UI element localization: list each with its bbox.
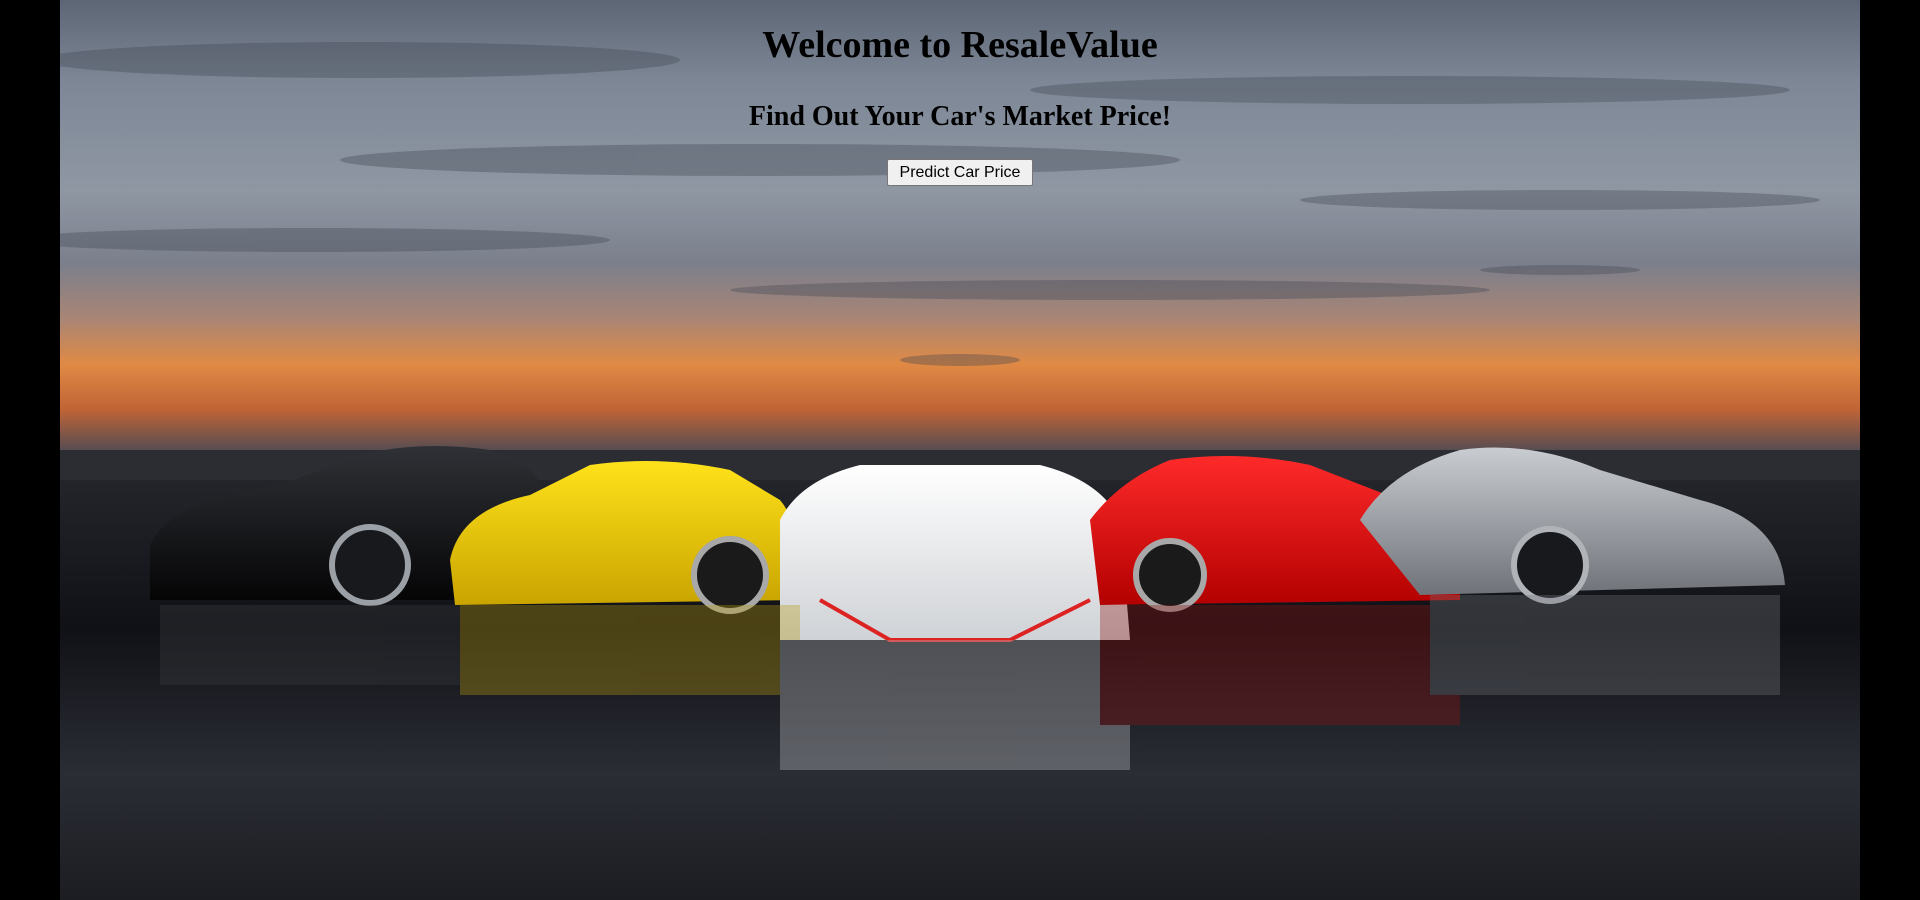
page-subtitle: Find Out Your Car's Market Price! — [748, 101, 1172, 132]
page-title: Welcome to ResaleValue — [762, 24, 1158, 66]
predict-car-price-button[interactable]: Predict Car Price — [887, 159, 1033, 186]
hero-background-image — [60, 0, 1860, 900]
hero-section: Welcome to ResaleValue Find Out Your Car… — [60, 0, 1860, 900]
page: Welcome to ResaleValue Find Out Your Car… — [0, 0, 1920, 900]
